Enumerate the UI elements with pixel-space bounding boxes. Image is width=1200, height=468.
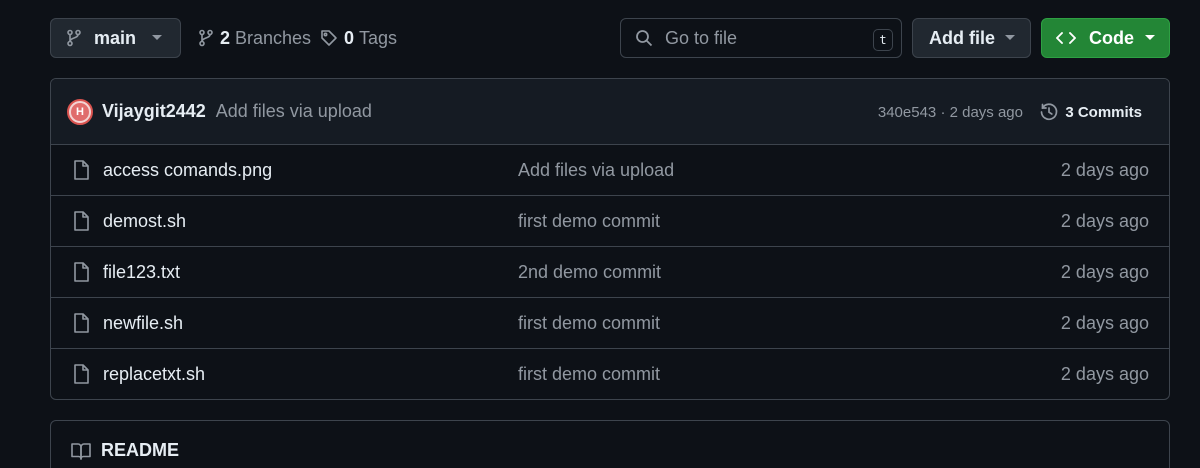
file-name[interactable]: demost.sh — [103, 211, 186, 232]
search-input[interactable] — [665, 27, 865, 49]
file-commit-date: 2 days ago — [1060, 364, 1149, 384]
file-name[interactable]: access comands.png — [103, 160, 272, 181]
file-commit-date: 2 days ago — [1060, 210, 1149, 231]
git-branch-icon — [198, 29, 214, 47]
branches-label: Branches — [235, 27, 312, 48]
file-icon — [73, 364, 89, 384]
table-row[interactable]: newfile.sh first demo commit 2 days ago — [51, 298, 1169, 349]
latest-commit-bar: H Vijaygit2442 Add files via upload 340e… — [51, 79, 1169, 145]
book-icon — [71, 442, 91, 460]
code-button[interactable]: Code — [1041, 18, 1170, 58]
branch-name: main — [94, 27, 137, 48]
branches-link[interactable]: 2 Branches — [198, 18, 311, 58]
repo-toolbar: main 2 Branches 0 Tags Go to file t Add … — [50, 18, 1170, 58]
commit-hash-time[interactable]: 340e543 · 2 days ago — [878, 79, 1023, 145]
tags-label: Tags — [359, 27, 398, 48]
file-list-box: H Vijaygit2442 Add files via upload 340e… — [50, 78, 1170, 400]
readme-header[interactable]: README — [71, 440, 179, 461]
history-icon — [1039, 102, 1059, 122]
commits-link[interactable]: 3 Commits — [1039, 79, 1142, 145]
file-commit-message[interactable]: first demo commit — [518, 364, 660, 385]
file-commit-message[interactable]: first demo commit — [518, 211, 660, 232]
tags-link[interactable]: 0 Tags — [320, 18, 397, 58]
add-file-button[interactable]: Add file — [912, 18, 1031, 58]
file-commit-date: 2 days ago — [1060, 312, 1149, 333]
commits-label: 3 Commits — [1065, 103, 1142, 121]
go-to-file-search[interactable]: t — [620, 18, 902, 58]
table-row[interactable]: demost.sh first demo commit 2 days ago — [51, 196, 1169, 247]
code-label: Code — [1089, 27, 1134, 48]
search-icon — [635, 29, 653, 47]
file-commit-date: 2 days ago — [1060, 159, 1149, 180]
avatar-letter: H — [71, 102, 89, 121]
avatar[interactable]: H — [67, 98, 93, 125]
code-icon — [1056, 30, 1076, 46]
file-icon — [73, 262, 89, 282]
triangle-down-icon — [1145, 35, 1155, 40]
file-name[interactable]: file123.txt — [103, 262, 180, 283]
commit-message[interactable]: Add files via upload — [216, 101, 372, 122]
file-name[interactable]: replacetxt.sh — [103, 364, 205, 385]
shortcut-key-hint: t — [873, 29, 893, 51]
file-icon — [73, 313, 89, 333]
add-file-label: Add file — [929, 27, 995, 48]
triangle-down-icon — [1005, 35, 1015, 40]
git-branch-icon — [66, 29, 82, 47]
tags-count: 0 — [344, 27, 355, 48]
file-icon — [73, 160, 89, 180]
file-commit-message[interactable]: first demo commit — [518, 313, 660, 334]
branches-count: 2 — [220, 27, 231, 48]
triangle-down-icon — [152, 35, 162, 40]
file-commit-date: 2 days ago — [1060, 261, 1149, 282]
file-name[interactable]: newfile.sh — [103, 313, 183, 334]
table-row[interactable]: file123.txt 2nd demo commit 2 days ago — [51, 247, 1169, 298]
repository-page: main 2 Branches 0 Tags Go to file t Add … — [0, 0, 1200, 468]
file-commit-message[interactable]: Add files via upload — [518, 160, 674, 181]
branch-select-button[interactable]: main — [50, 18, 181, 58]
table-row[interactable]: replacetxt.sh first demo commit 2 days a… — [51, 349, 1169, 399]
file-icon — [73, 211, 89, 231]
readme-label: README — [101, 440, 180, 460]
readme-panel: README — [50, 420, 1170, 468]
tag-icon — [320, 29, 338, 47]
file-commit-message[interactable]: 2nd demo commit — [518, 262, 661, 283]
commit-author[interactable]: Vijaygit2442 — [102, 101, 206, 122]
table-row[interactable]: access comands.png Add files via upload … — [51, 145, 1169, 196]
